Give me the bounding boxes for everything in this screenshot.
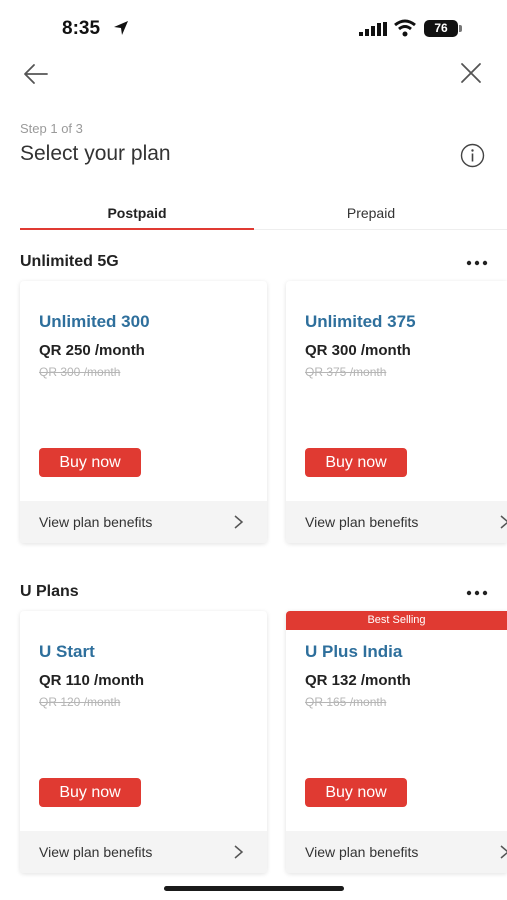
view-plan-benefits-link[interactable]: View plan benefits	[286, 501, 507, 543]
benefits-label: View plan benefits	[39, 514, 153, 530]
section-title-u-plans: U Plans	[20, 583, 79, 600]
close-icon[interactable]	[458, 60, 484, 86]
view-plan-benefits-link[interactable]: View plan benefits	[20, 831, 267, 873]
chevron-right-icon	[500, 845, 507, 859]
section-title-unlimited-5g: Unlimited 5G	[20, 253, 119, 270]
plan-card: Unlimited 375 QR 300 /month QR 375 /mont…	[286, 281, 507, 543]
signal-icon	[359, 22, 387, 36]
battery-tip	[459, 25, 462, 32]
buy-now-button[interactable]: Buy now	[39, 448, 141, 477]
battery-indicator: 76	[424, 20, 458, 37]
location-arrow-icon	[114, 21, 128, 35]
plan-name: Unlimited 375	[305, 312, 416, 331]
status-bar: 8:35 76	[0, 0, 507, 60]
home-indicator	[164, 886, 344, 891]
plan-price: QR 110 /month	[39, 672, 145, 689]
benefits-label: View plan benefits	[305, 514, 419, 530]
plan-old-price: QR 165 /month	[305, 695, 387, 709]
benefits-label: View plan benefits	[305, 844, 419, 860]
plan-name: U Plus India	[305, 642, 403, 661]
chevron-right-icon	[234, 845, 244, 859]
plan-name: Unlimited 300	[39, 312, 150, 331]
more-dots-icon[interactable]	[464, 258, 490, 268]
info-icon[interactable]	[460, 143, 485, 168]
view-plan-benefits-link[interactable]: View plan benefits	[20, 501, 267, 543]
chevron-right-icon	[500, 515, 507, 529]
best-selling-badge: Best Selling	[286, 611, 507, 630]
status-time: 8:35	[62, 18, 101, 39]
plan-price: QR 300 /month	[305, 342, 411, 359]
step-indicator: Step 1 of 3	[20, 121, 83, 136]
plan-type-tabs: Postpaid Prepaid	[20, 200, 507, 232]
buy-now-button[interactable]: Buy now	[305, 778, 407, 807]
plan-price: QR 250 /month	[39, 342, 145, 359]
plan-old-price: QR 375 /month	[305, 365, 387, 379]
chevron-right-icon	[234, 515, 244, 529]
plan-card: Best Selling U Plus India QR 132 /month …	[286, 611, 507, 873]
page-title: Select your plan	[20, 142, 171, 165]
tab-prepaid[interactable]: Prepaid	[254, 200, 488, 232]
plan-card: U Start QR 110 /month QR 120 /month Buy …	[20, 611, 267, 873]
plan-price: QR 132 /month	[305, 672, 411, 689]
plan-name: U Start	[39, 642, 95, 661]
back-arrow-icon[interactable]	[22, 60, 50, 88]
view-plan-benefits-link[interactable]: View plan benefits	[286, 831, 507, 873]
tab-postpaid[interactable]: Postpaid	[20, 200, 254, 232]
buy-now-button[interactable]: Buy now	[305, 448, 407, 477]
plan-card: Unlimited 300 QR 250 /month QR 300 /mont…	[20, 281, 267, 543]
benefits-label: View plan benefits	[39, 844, 153, 860]
more-dots-icon[interactable]	[464, 588, 490, 598]
plan-old-price: QR 300 /month	[39, 365, 121, 379]
buy-now-button[interactable]: Buy now	[39, 778, 141, 807]
wifi-icon	[394, 19, 416, 37]
plan-old-price: QR 120 /month	[39, 695, 121, 709]
